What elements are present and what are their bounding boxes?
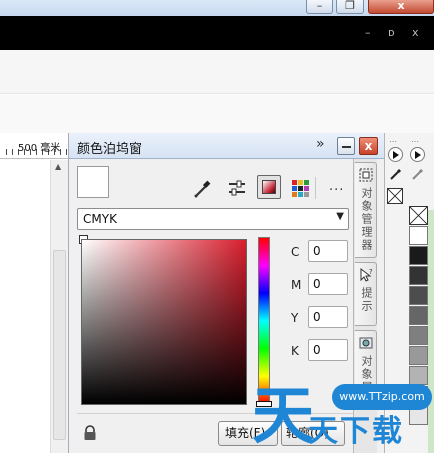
palette-green-column bbox=[428, 210, 434, 453]
palette-swatch[interactable] bbox=[409, 226, 428, 245]
no-color-swatch[interactable] bbox=[387, 188, 403, 204]
restore-icon: ❐ bbox=[345, 0, 355, 12]
watermark-text: 天下载 bbox=[308, 414, 404, 449]
channel-label-m: M bbox=[291, 278, 302, 292]
tab-hints[interactable]: ? 提示 bbox=[355, 262, 377, 326]
outer-restore-button[interactable]: ❐ bbox=[336, 0, 364, 14]
tab-label-object-manager: 对象管理器 bbox=[360, 187, 373, 252]
more-options-icon[interactable]: ... bbox=[329, 179, 344, 194]
horizontal-ruler[interactable]: 500 毫米 bbox=[0, 133, 68, 159]
grip-dots-icon[interactable]: ⋯ bbox=[411, 137, 420, 146]
color-viewer-swatch bbox=[262, 180, 276, 194]
grip-dots-icon[interactable]: ⋯ bbox=[389, 137, 398, 146]
object-manager-icon bbox=[359, 168, 373, 182]
toolbar-separator bbox=[315, 177, 316, 199]
doc-restore-button[interactable]: ᴅ bbox=[388, 26, 395, 39]
color-palette-icon[interactable] bbox=[289, 177, 311, 199]
outer-window-titlebar: – ❐ x bbox=[0, 0, 434, 16]
doc-minimize-button[interactable]: – bbox=[365, 26, 371, 39]
palette-swatch[interactable] bbox=[409, 266, 428, 285]
vertical-scrollbar[interactable]: ▲ bbox=[50, 160, 68, 453]
drawing-canvas[interactable] bbox=[0, 160, 50, 453]
docker-close-button[interactable]: x bbox=[359, 137, 378, 155]
document-titlebar: – ᴅ x bbox=[0, 16, 434, 50]
channel-label-k: K bbox=[291, 344, 299, 358]
channel-input-k[interactable] bbox=[308, 339, 348, 361]
property-bar bbox=[0, 95, 434, 133]
palette-swatch[interactable] bbox=[409, 366, 428, 385]
eyedropper-icon[interactable] bbox=[388, 166, 404, 182]
color-model-value: CMYK bbox=[83, 212, 117, 226]
channel-input-y[interactable] bbox=[308, 306, 348, 328]
palette-swatch[interactable] bbox=[409, 286, 428, 305]
channel-label-y: Y bbox=[291, 311, 299, 325]
outer-minimize-button[interactable]: – bbox=[306, 0, 333, 14]
lock-icon[interactable] bbox=[83, 425, 97, 441]
play-icon bbox=[415, 151, 421, 159]
color-picker-area[interactable] bbox=[81, 239, 247, 405]
palette-swatch[interactable] bbox=[409, 246, 428, 265]
color-sliders-icon[interactable] bbox=[226, 177, 248, 199]
palette-swatch[interactable] bbox=[409, 306, 428, 325]
docker-title: 颜色泊坞窗 bbox=[77, 142, 143, 157]
color-model-select[interactable]: CMYK ▼ bbox=[77, 208, 349, 230]
svg-text:?: ? bbox=[369, 268, 373, 276]
palette-scroll-button[interactable] bbox=[388, 147, 403, 162]
channel-label-c: C bbox=[291, 245, 300, 259]
hints-icon: ? bbox=[360, 267, 373, 282]
eyedropper-icon[interactable] bbox=[192, 177, 214, 199]
docker-minimize-button[interactable] bbox=[337, 137, 355, 155]
tab-label-hints: 提示 bbox=[360, 287, 373, 313]
minimize-icon bbox=[342, 146, 351, 148]
palette-swatch[interactable] bbox=[409, 346, 428, 365]
palette-swatch[interactable] bbox=[409, 326, 428, 345]
eyedropper-icon[interactable] bbox=[410, 166, 426, 182]
no-color-swatch[interactable] bbox=[409, 206, 428, 225]
watermark-url: www.TTzip.com bbox=[339, 390, 425, 403]
close-icon: x bbox=[397, 0, 405, 12]
docker-expand-icon[interactable]: » bbox=[316, 136, 325, 152]
scroll-up-arrow-icon[interactable]: ▲ bbox=[55, 162, 61, 171]
chevron-down-icon: ▼ bbox=[336, 211, 344, 222]
channel-input-m[interactable] bbox=[308, 273, 348, 295]
outer-close-button[interactable]: x bbox=[368, 0, 434, 14]
play-icon bbox=[393, 151, 399, 159]
scrollbar-thumb[interactable] bbox=[53, 250, 66, 440]
ruler-ticks bbox=[6, 149, 68, 155]
tab-object-manager[interactable]: 对象管理器 bbox=[355, 162, 377, 258]
current-color-preview bbox=[77, 166, 109, 198]
doc-close-button[interactable]: x bbox=[412, 26, 419, 39]
channel-input-c[interactable] bbox=[308, 240, 348, 262]
palette-scroll-button[interactable] bbox=[410, 147, 425, 162]
minimize-icon: – bbox=[316, 0, 323, 12]
color-viewer-icon[interactable] bbox=[257, 175, 281, 199]
docker-header: 颜色泊坞窗 » x bbox=[69, 133, 385, 159]
object-properties-icon bbox=[359, 337, 373, 349]
menu-band bbox=[0, 50, 434, 94]
